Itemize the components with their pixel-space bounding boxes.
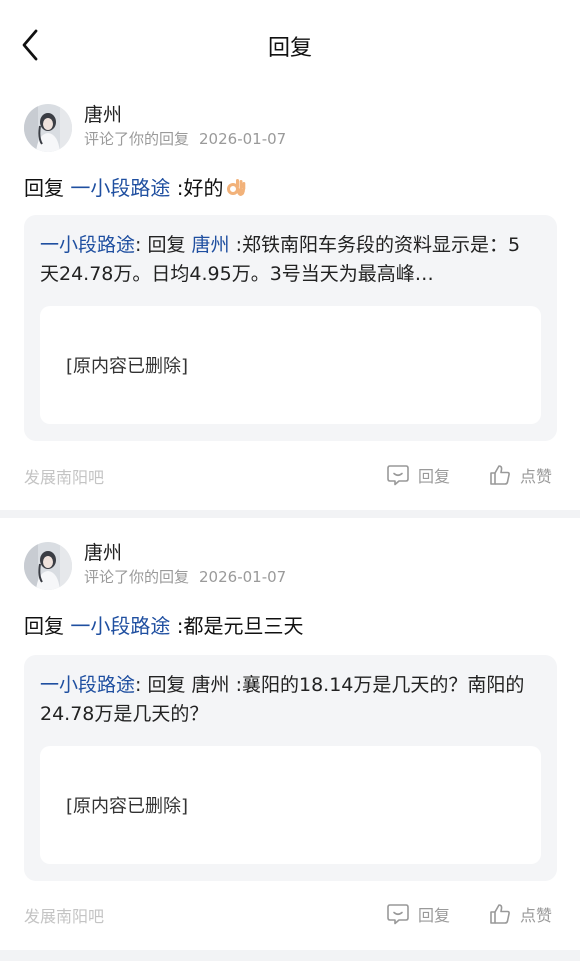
deleted-notice: [原内容已删除]	[66, 796, 189, 817]
reply-prefix: 回复	[24, 176, 64, 200]
original-content-box: [原内容已删除]	[40, 746, 541, 864]
reply-content: 回复 一小段路途 :好的	[24, 172, 247, 201]
avatar[interactable]	[24, 104, 72, 152]
reply-button[interactable]: 回复	[386, 460, 450, 490]
quoted-text: 一小段路途: 回复 唐州 :郑铁南阳车务段的资料显示是：5天24.78万。日均4…	[40, 231, 539, 289]
comment-card[interactable]: 唐州 评论了你的回复 2026-01-07 回复 一小段路途 :好的 一小段路途:…	[0, 90, 580, 510]
card-separator	[0, 950, 580, 961]
comment-icon	[387, 465, 409, 486]
quote-target[interactable]: 唐州	[192, 674, 230, 696]
reply-target-link[interactable]: 一小段路途	[70, 614, 170, 638]
comment-footer: 发展南阳吧 回复 点赞	[0, 460, 580, 490]
like-button[interactable]: 点赞	[488, 899, 552, 929]
quoted-reply[interactable]: 一小段路途: 回复 唐州 :襄阳的18.14万是几天的？南阳的24.78万是几天…	[24, 655, 557, 881]
like-label: 点赞	[520, 467, 553, 486]
comment-date: 2026-01-07	[199, 568, 287, 586]
thumbs-up-icon	[490, 904, 510, 924]
source-forum[interactable]: 发展南阳吧	[24, 903, 104, 927]
ok-hand-emoji-icon	[227, 179, 246, 196]
deleted-notice: [原内容已删除]	[66, 356, 189, 377]
quoted-reply[interactable]: 一小段路途: 回复 唐州 :郑铁南阳车务段的资料显示是：5天24.78万。日均4…	[24, 215, 557, 441]
original-content-box: [原内容已删除]	[40, 306, 541, 424]
comment-meta: 评论了你的回复 2026-01-07	[84, 128, 286, 149]
quote-separator: : 回复	[135, 674, 186, 696]
card-separator	[0, 510, 580, 518]
quote-author-link[interactable]: 一小段路途	[40, 234, 135, 256]
comment-meta: 评论了你的回复 2026-01-07	[84, 566, 286, 587]
action-text: 评论了你的回复	[84, 568, 190, 586]
avatar[interactable]	[24, 542, 72, 590]
reply-prefix: 回复	[24, 614, 64, 638]
reply-body: :好的	[176, 176, 224, 200]
user-name[interactable]: 唐州	[84, 538, 122, 565]
reply-label: 回复	[418, 467, 451, 486]
like-label: 点赞	[520, 906, 553, 925]
like-button[interactable]: 点赞	[488, 460, 552, 490]
thumbs-up-icon	[490, 465, 510, 485]
reply-button[interactable]: 回复	[386, 899, 450, 929]
quote-target-link[interactable]: 唐州	[192, 234, 230, 256]
comment-footer: 发展南阳吧 回复 点赞	[0, 899, 580, 929]
comment-date: 2026-01-07	[199, 130, 287, 148]
reply-label: 回复	[418, 906, 451, 925]
quoted-text: 一小段路途: 回复 唐州 :襄阳的18.14万是几天的？南阳的24.78万是几天…	[40, 671, 539, 729]
page-title: 回复	[267, 36, 312, 61]
top-bar: 回复	[0, 0, 580, 90]
reply-content: 回复 一小段路途 :都是元旦三天	[24, 610, 303, 639]
reply-target-link[interactable]: 一小段路途	[70, 176, 170, 200]
comment-icon	[387, 904, 409, 925]
quote-separator: : 回复	[135, 234, 186, 256]
reply-body: :都是元旦三天	[176, 614, 304, 638]
quote-author-link[interactable]: 一小段路途	[40, 674, 135, 696]
user-name[interactable]: 唐州	[84, 100, 122, 127]
source-forum[interactable]: 发展南阳吧	[24, 464, 104, 488]
action-text: 评论了你的回复	[84, 130, 190, 148]
comment-card[interactable]: 唐州 评论了你的回复 2026-01-07 回复 一小段路途 :都是元旦三天 一小…	[0, 518, 580, 950]
